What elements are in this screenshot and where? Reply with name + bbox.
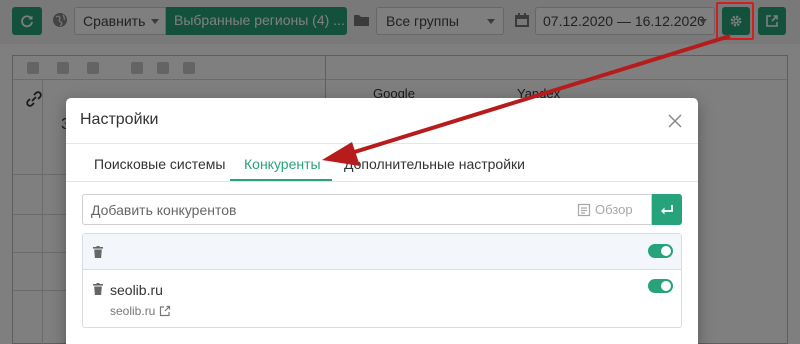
active-tab-indicator (230, 179, 332, 181)
modal-header: Настройки (66, 98, 698, 144)
external-link-icon (160, 305, 171, 317)
add-competitors-input[interactable] (82, 194, 652, 225)
competitors-list: seolib.ru seolib.ru (82, 233, 682, 328)
settings-modal: Настройки Поисковые системы Конкуренты Д… (66, 98, 698, 344)
browse-label: Обзор (595, 202, 633, 217)
competitor-name: seolib.ru (110, 282, 163, 298)
list-item (83, 234, 681, 270)
add-competitor-button[interactable] (652, 194, 682, 225)
trash-icon[interactable] (93, 246, 103, 258)
competitor-toggle[interactable] (648, 279, 673, 293)
tab-search-engines[interactable]: Поисковые системы (94, 156, 225, 172)
settings-tabs: Поисковые системы Конкуренты Дополнитель… (66, 144, 698, 182)
settings-highlight-box (716, 2, 754, 40)
tab-competitors[interactable]: Конкуренты (244, 156, 321, 172)
tab-additional-settings[interactable]: Дополнительные настройки (344, 156, 525, 172)
enter-icon (661, 204, 673, 214)
competitor-link[interactable]: seolib.ru (110, 304, 171, 318)
trash-icon[interactable] (93, 283, 103, 295)
modal-title: Настройки (80, 111, 159, 128)
competitor-url: seolib.ru (110, 304, 156, 318)
browse-button[interactable]: Обзор (577, 202, 633, 217)
notepad-icon (577, 203, 591, 216)
competitor-toggle[interactable] (648, 244, 673, 258)
close-icon[interactable] (667, 113, 683, 129)
